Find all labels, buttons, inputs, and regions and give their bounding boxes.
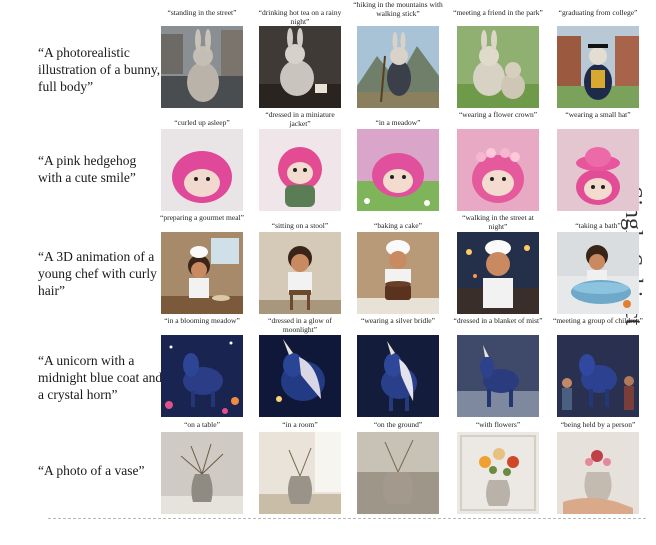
caption: “sitting on a stool” bbox=[271, 221, 329, 230]
caption: “curled up asleep” bbox=[174, 118, 230, 127]
image-unicorn-children bbox=[557, 335, 639, 417]
prompt-text: “A unicorn with a midnight blue coat and… bbox=[38, 353, 163, 402]
image-unicorn-meadow bbox=[161, 335, 243, 417]
caption: “wearing a flower crown” bbox=[458, 110, 538, 119]
bottom-divider bbox=[48, 518, 646, 519]
caption: “wearing a silver bridle” bbox=[361, 316, 435, 325]
caption: “drinking hot tea on a rainy night” bbox=[258, 8, 342, 26]
image-bunny-friend bbox=[457, 26, 539, 108]
prompt-text: “A pink hedgehog with a cute smile” bbox=[38, 153, 137, 185]
caption: “on the ground” bbox=[373, 420, 423, 429]
prompt-text: “A 3D animation of a young chef with cur… bbox=[38, 249, 157, 298]
caption: “meeting a group of children” bbox=[553, 316, 643, 325]
caption: “dressed in a glow of moonlight” bbox=[268, 316, 332, 334]
image-vase-table bbox=[161, 432, 243, 514]
image-hedgehog-crown bbox=[457, 129, 539, 211]
image-hedgehog-hat bbox=[557, 129, 639, 211]
image-hedgehog-asleep bbox=[161, 129, 243, 211]
image-unicorn-mist bbox=[457, 335, 539, 417]
caption: “in a meadow” bbox=[375, 118, 421, 127]
image-chef-street-night bbox=[457, 232, 539, 314]
image-vase-room bbox=[259, 432, 341, 514]
caption: “graduating from college” bbox=[558, 8, 638, 17]
image-hedgehog-jacket bbox=[259, 129, 341, 211]
caption: “hiking in the mountains with walking st… bbox=[353, 0, 443, 18]
caption: “dressed in a miniature jacket” bbox=[265, 110, 335, 128]
image-unicorn-moonlight bbox=[259, 335, 341, 417]
image-chef-cake bbox=[357, 232, 439, 314]
caption: “with flowers” bbox=[475, 420, 521, 429]
caption: “in a room” bbox=[282, 420, 318, 429]
caption: “walking in the street at night” bbox=[462, 213, 534, 231]
caption: “taking a bath” bbox=[575, 221, 621, 230]
caption: “standing in the street” bbox=[167, 8, 237, 17]
caption: “baking a cake” bbox=[374, 221, 422, 230]
image-unicorn-bridle bbox=[357, 335, 439, 417]
caption: “dressed in a blanket of mist” bbox=[453, 316, 543, 325]
prompt-text: “A photorealistic illustration of a bunn… bbox=[38, 45, 161, 94]
image-bunny-hiking bbox=[357, 26, 439, 108]
caption: “preparing a gourmet meal” bbox=[160, 213, 244, 222]
caption: “meeting a friend in the park” bbox=[453, 8, 543, 17]
image-bunny-street bbox=[161, 26, 243, 108]
image-vase-held bbox=[557, 432, 639, 514]
caption: “on a table” bbox=[184, 420, 220, 429]
prompt-text: “A photo of a vase” bbox=[38, 463, 145, 478]
image-bunny-tea bbox=[259, 26, 341, 108]
image-vase-flowers bbox=[457, 432, 539, 514]
image-chef-stool bbox=[259, 232, 341, 314]
image-chef-bath bbox=[557, 232, 639, 314]
image-chef-cooking bbox=[161, 232, 243, 314]
image-bunny-graduation bbox=[557, 26, 639, 108]
caption: “wearing a small hat” bbox=[565, 110, 631, 119]
caption: “in a blooming meadow” bbox=[164, 316, 240, 325]
image-hedgehog-meadow bbox=[357, 129, 439, 211]
caption: “being held by a person” bbox=[560, 420, 636, 429]
image-vase-ground bbox=[357, 432, 439, 514]
